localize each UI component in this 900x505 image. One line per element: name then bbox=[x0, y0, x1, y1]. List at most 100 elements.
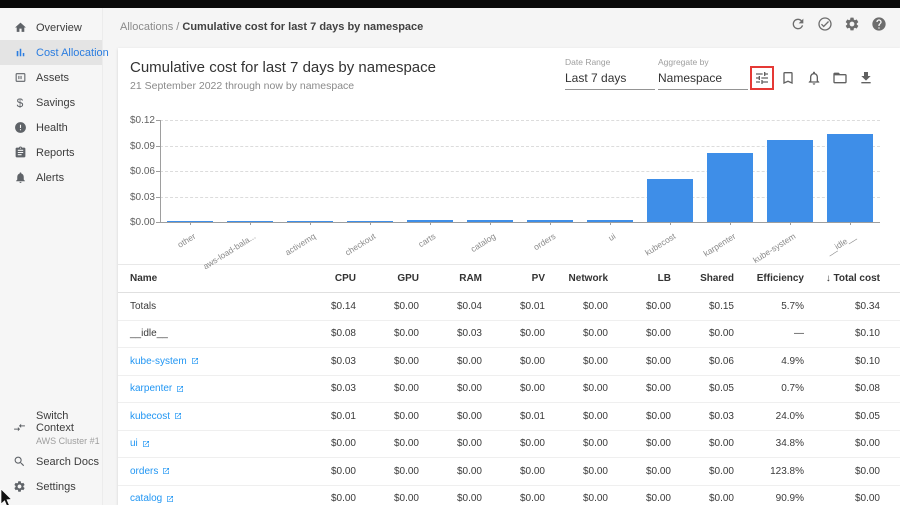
web-asset-icon bbox=[13, 71, 27, 85]
external-link-icon[interactable] bbox=[174, 412, 182, 420]
bell-icon bbox=[13, 171, 27, 185]
namespace-link[interactable]: kubecost bbox=[130, 411, 170, 422]
cell-pv: $0.01 bbox=[482, 301, 545, 312]
cell--total-cost: $0.34 bbox=[804, 301, 880, 312]
switch-context-label: Switch Context bbox=[36, 410, 102, 434]
settings-button[interactable]: Settings bbox=[0, 474, 102, 499]
cell-lb: $0.00 bbox=[608, 411, 671, 422]
table-row--idle-: __idle__$0.08$0.00$0.03$0.00$0.00$0.00$0… bbox=[118, 321, 900, 349]
cell-network: $0.00 bbox=[545, 493, 608, 504]
sidebar-item-health[interactable]: Health bbox=[0, 115, 102, 140]
sidebar-item-assets[interactable]: Assets bbox=[0, 65, 102, 90]
x-axis-tick bbox=[370, 222, 371, 225]
namespace-link[interactable]: kube-system bbox=[130, 356, 187, 367]
aggregate-by-value: Namespace bbox=[658, 71, 748, 90]
y-axis-label: $0.03 bbox=[118, 192, 155, 203]
bell-icon[interactable] bbox=[805, 69, 823, 87]
cell-efficiency: 34.8% bbox=[734, 438, 804, 449]
bar-karpenter[interactable] bbox=[707, 153, 753, 222]
cell-network: $0.00 bbox=[545, 438, 608, 449]
sidebar-item-savings[interactable]: $ Savings bbox=[0, 90, 102, 115]
cell-gpu: $0.00 bbox=[356, 493, 419, 504]
cell-cpu: $0.01 bbox=[293, 411, 356, 422]
cell-gpu: $0.00 bbox=[356, 328, 419, 339]
bar-kube-system[interactable] bbox=[767, 140, 813, 222]
cell-pv: $0.00 bbox=[482, 466, 545, 477]
table-row-karpenter: karpenter$0.03$0.00$0.00$0.00$0.00$0.00$… bbox=[118, 376, 900, 404]
column-header-name: Name bbox=[130, 273, 293, 284]
row-name: Totals bbox=[130, 301, 156, 312]
namespace-link[interactable]: orders bbox=[130, 466, 158, 477]
external-link-icon[interactable] bbox=[162, 467, 170, 475]
bar-__idle__[interactable] bbox=[827, 134, 873, 222]
switch-context-button[interactable]: Switch Context AWS Cluster #1 bbox=[0, 407, 102, 449]
external-link-icon[interactable] bbox=[191, 357, 199, 365]
x-axis-tick bbox=[310, 222, 311, 225]
check-circle-icon[interactable] bbox=[817, 16, 833, 32]
table-row-ui: ui$0.00$0.00$0.00$0.00$0.00$0.00$0.0034.… bbox=[118, 431, 900, 459]
y-axis-label: $0.06 bbox=[118, 166, 155, 177]
cell--total-cost: $0.05 bbox=[804, 411, 880, 422]
external-link-icon[interactable] bbox=[142, 440, 150, 448]
column-header--total-cost[interactable]: ↓ Total cost bbox=[804, 273, 880, 284]
error-circle-icon bbox=[13, 121, 27, 135]
sidebar-item-cost-allocation[interactable]: Cost Allocation bbox=[0, 40, 102, 65]
switch-context-text: Switch Context AWS Cluster #1 bbox=[36, 410, 102, 446]
cell-cpu: $0.03 bbox=[293, 356, 356, 367]
cell-shared: $0.03 bbox=[671, 411, 734, 422]
gridline bbox=[160, 222, 880, 223]
sidebar-item-reports[interactable]: Reports bbox=[0, 140, 102, 165]
cell-network: $0.00 bbox=[545, 328, 608, 339]
sidebar-item-label: Alerts bbox=[36, 172, 64, 184]
y-axis-label: $0.12 bbox=[118, 115, 155, 126]
date-range-label: Date Range bbox=[565, 57, 655, 67]
cell--total-cost: $0.10 bbox=[804, 356, 880, 367]
cell-lb: $0.00 bbox=[608, 493, 671, 504]
sidebar-item-label: Overview bbox=[36, 22, 82, 34]
folder-icon[interactable] bbox=[831, 69, 849, 87]
gear-icon[interactable] bbox=[844, 16, 860, 32]
cell-shared: $0.00 bbox=[671, 466, 734, 477]
report-toolbar bbox=[753, 69, 875, 87]
help-icon[interactable] bbox=[871, 16, 887, 32]
aggregate-by-select[interactable]: Aggregate by Namespace bbox=[658, 57, 748, 90]
x-axis-tick bbox=[670, 222, 671, 225]
cluster-name: AWS Cluster #1 bbox=[36, 436, 102, 446]
dollar-icon: $ bbox=[13, 96, 27, 110]
search-docs-button[interactable]: Search Docs bbox=[0, 449, 102, 474]
refresh-icon[interactable] bbox=[790, 16, 806, 32]
date-range-select[interactable]: Date Range Last 7 days bbox=[565, 57, 655, 90]
namespace-link[interactable]: karpenter bbox=[130, 383, 172, 394]
sidebar-item-alerts[interactable]: Alerts bbox=[0, 165, 102, 190]
gear-icon bbox=[13, 480, 27, 494]
tune-icon[interactable] bbox=[753, 69, 771, 87]
breadcrumb-allocations[interactable]: Allocations bbox=[120, 21, 173, 33]
namespace-link[interactable]: ui bbox=[130, 438, 138, 449]
cell-shared: $0.00 bbox=[671, 328, 734, 339]
cell-ram: $0.00 bbox=[419, 466, 482, 477]
cell-efficiency: 4.9% bbox=[734, 356, 804, 367]
cell-efficiency: 0.7% bbox=[734, 383, 804, 394]
cell-network: $0.00 bbox=[545, 466, 608, 477]
cell--total-cost: $0.00 bbox=[804, 493, 880, 504]
download-icon[interactable] bbox=[857, 69, 875, 87]
namespace-link[interactable]: catalog bbox=[130, 493, 162, 504]
external-link-icon[interactable] bbox=[176, 385, 184, 393]
row-name: __idle__ bbox=[130, 328, 168, 339]
cell-pv: $0.00 bbox=[482, 493, 545, 504]
cell-gpu: $0.00 bbox=[356, 383, 419, 394]
bookmark-icon[interactable] bbox=[779, 69, 797, 87]
y-axis-tick bbox=[156, 222, 160, 223]
table-row-Totals: Totals$0.14$0.00$0.04$0.01$0.00$0.00$0.1… bbox=[118, 293, 900, 321]
cell--total-cost: $0.08 bbox=[804, 383, 880, 394]
table-row-kube-system: kube-system$0.03$0.00$0.00$0.00$0.00$0.0… bbox=[118, 348, 900, 376]
sidebar-item-overview[interactable]: Overview bbox=[0, 15, 102, 40]
main-content: Allocations / Cumulative cost for last 7… bbox=[103, 8, 900, 505]
mouse-cursor bbox=[0, 489, 14, 505]
breadcrumb: Allocations / Cumulative cost for last 7… bbox=[120, 21, 423, 33]
sidebar-item-label: Health bbox=[36, 122, 68, 134]
external-link-icon[interactable] bbox=[166, 495, 174, 503]
date-range-value: Last 7 days bbox=[565, 71, 655, 90]
x-axis-tick bbox=[850, 222, 851, 225]
bar-kubecost[interactable] bbox=[647, 179, 693, 222]
